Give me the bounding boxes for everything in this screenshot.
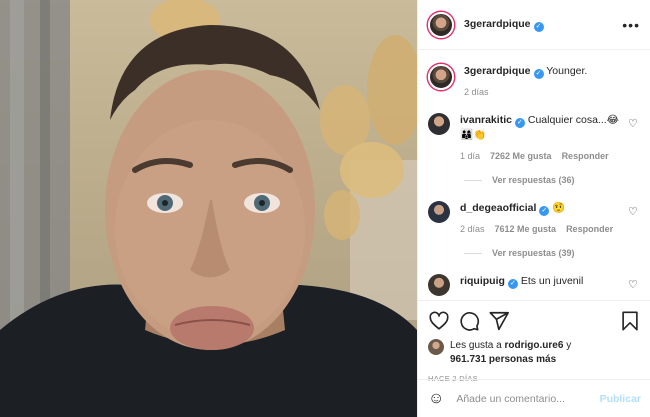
likes-text: Les gusta a rodrigo.ure6 y 961.731 perso… [450, 339, 571, 367]
instagram-post-modal: 3gerardpique ✓ ••• 3gerardpique ✓ Younger.… [0, 0, 650, 417]
liker-avatar[interactable] [428, 339, 444, 355]
comment-text-continued: 👨‍👩‍👦👏 [460, 129, 487, 141]
comment-text: Cualquier cosa...😂 [527, 114, 619, 126]
comment-username[interactable]: d_degeaofficial [460, 202, 536, 214]
comment-like-heart-icon[interactable]: ♡ [628, 205, 640, 234]
view-replies-button[interactable]: Ver respuestas (36) [464, 175, 640, 185]
replies-divider [464, 179, 482, 181]
comment-composer: ☺ Publicar [418, 379, 650, 417]
comment-like-heart-icon[interactable]: ♡ [628, 117, 640, 161]
comment-text-line: ivanrakitic ✓ Cualquier cosa...😂 👨‍👩‍👦👏 [460, 113, 628, 143]
author-name-block: 3gerardpique ✓ [464, 18, 622, 32]
comment-username[interactable]: riquipuig [460, 275, 505, 287]
caption-avatar[interactable] [428, 64, 454, 90]
likes-summary: Les gusta a rodrigo.ure6 y 961.731 perso… [428, 339, 641, 367]
post-caption: 3gerardpique ✓ Younger. 2 días [428, 64, 640, 97]
comment-meta: 2 días 7612 Me gusta Responder [460, 224, 628, 234]
verified-badge-icon: ✓ [507, 279, 518, 289]
post-actions: Les gusta a rodrigo.ure6 y 961.731 perso… [418, 300, 650, 383]
caption-username[interactable]: 3gerardpique [464, 65, 531, 77]
view-replies-label: Ver respuestas (36) [492, 175, 575, 185]
comment-item: d_degeaofficial ✓ 🤨 2 días 7612 Me gusta … [428, 201, 640, 234]
comment-age[interactable]: 2 días [460, 224, 485, 234]
action-icons-row [428, 309, 641, 333]
comment-meta: 1 día 7262 Me gusta Responder [460, 151, 628, 161]
comments-list[interactable]: 3gerardpique ✓ Younger. 2 días ivanrakiti… [418, 50, 650, 300]
view-replies-label: Ver respuestas (39) [492, 248, 575, 258]
post-photo[interactable] [0, 0, 417, 417]
author-username[interactable]: 3gerardpique [464, 18, 531, 30]
comment-avatar[interactable] [428, 274, 450, 296]
comment-item: ivanrakitic ✓ Cualquier cosa...😂 👨‍👩‍👦👏 1… [428, 113, 640, 161]
comment-like-heart-icon[interactable]: ♡ [628, 278, 640, 296]
comment-likes[interactable]: 7612 Me gusta [495, 224, 557, 234]
verified-badge-icon: ✓ [514, 118, 525, 128]
comment-body: ivanrakitic ✓ Cualquier cosa...😂 👨‍👩‍👦👏 1… [460, 113, 628, 161]
comment-avatar[interactable] [428, 201, 450, 223]
publish-button[interactable]: Publicar [600, 393, 641, 405]
comment-text: 🤨 [552, 202, 566, 214]
comment-text: Ets un juvenil [520, 275, 584, 287]
author-avatar[interactable] [428, 11, 454, 38]
verified-badge-icon: ✓ [539, 206, 550, 216]
caption-text-line: 3gerardpique ✓ Younger. [464, 64, 640, 79]
post-header: 3gerardpique ✓ ••• [418, 0, 650, 50]
selfie-illustration [0, 0, 417, 417]
comment-avatar[interactable] [428, 113, 450, 135]
likes-joiner: y [566, 340, 572, 351]
verified-badge-icon: ✓ [533, 69, 544, 79]
emoji-picker-icon[interactable]: ☺ [428, 390, 444, 408]
likes-prefix: Les gusta a [450, 340, 502, 351]
save-bookmark-icon[interactable] [619, 310, 641, 332]
replies-divider [464, 252, 482, 254]
likes-count[interactable]: 961.731 personas más [450, 354, 556, 365]
like-heart-icon[interactable] [428, 310, 450, 332]
view-replies-button[interactable]: Ver respuestas (39) [464, 248, 640, 258]
share-send-icon[interactable] [488, 310, 510, 332]
liker-username[interactable]: rodrigo.ure6 [505, 340, 564, 351]
comment-input[interactable] [456, 392, 600, 405]
reply-button[interactable]: Responder [562, 151, 609, 161]
comment-age[interactable]: 1 día [460, 151, 480, 161]
caption-meta: 2 días [464, 87, 640, 97]
caption-text: Younger. [546, 65, 588, 77]
comment-text-line: d_degeaofficial ✓ 🤨 [460, 201, 628, 216]
more-horizontal-icon[interactable]: ••• [622, 17, 640, 33]
post-side-panel: 3gerardpique ✓ ••• 3gerardpique ✓ Younger.… [417, 0, 650, 417]
comment-username[interactable]: ivanrakitic [460, 114, 512, 126]
comment-text-line: riquipuig ✓ Ets un juvenil [460, 274, 628, 289]
comment-item: riquipuig ✓ Ets un juvenil ♡ [428, 274, 640, 296]
comment-body: d_degeaofficial ✓ 🤨 2 días 7612 Me gusta … [460, 201, 628, 234]
comment-body: riquipuig ✓ Ets un juvenil [460, 274, 628, 296]
caption-age[interactable]: 2 días [464, 87, 489, 97]
reply-button[interactable]: Responder [566, 224, 613, 234]
comment-likes[interactable]: 7262 Me gusta [490, 151, 552, 161]
comment-bubble-icon[interactable] [458, 310, 480, 332]
caption-body: 3gerardpique ✓ Younger. 2 días [464, 64, 640, 97]
verified-badge-icon: ✓ [533, 21, 544, 32]
